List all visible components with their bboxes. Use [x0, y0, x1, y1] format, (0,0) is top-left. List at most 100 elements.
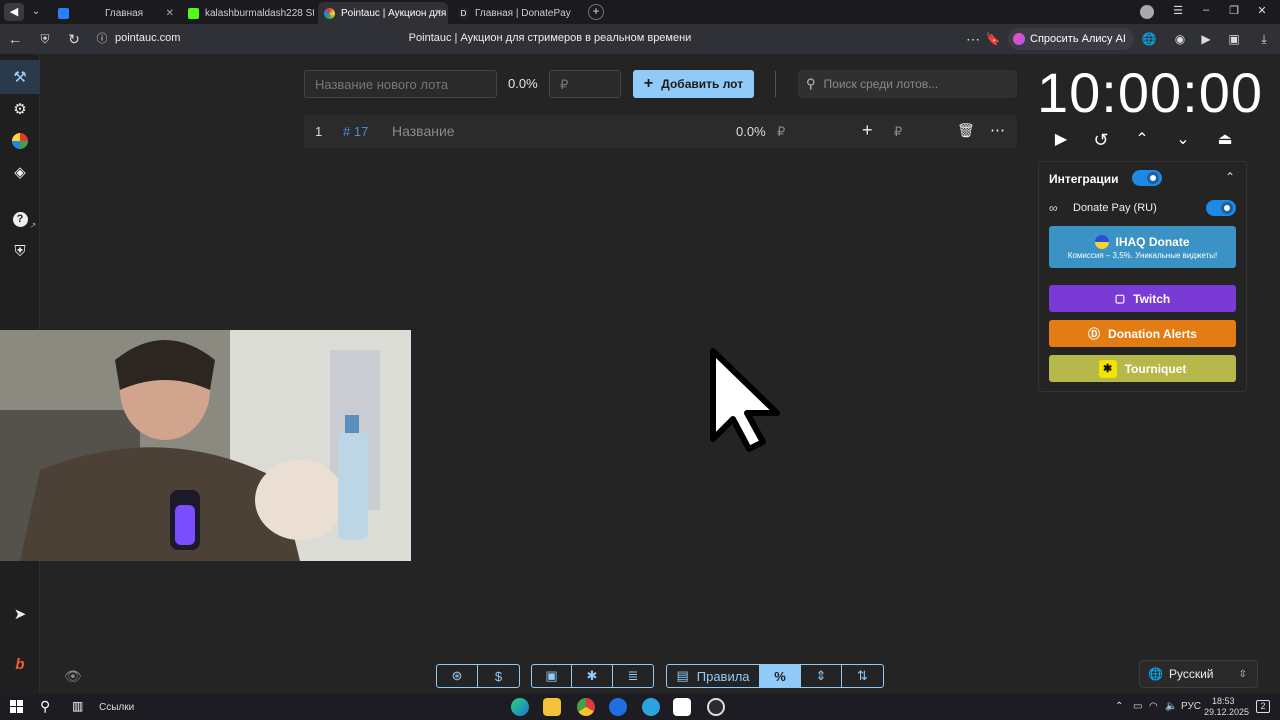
chrome-icon[interactable] — [577, 698, 595, 716]
clock-time[interactable]: 18:53 — [1212, 696, 1235, 706]
lot-add-amount-input[interactable]: ₽ — [894, 124, 902, 140]
browser-tab-bar: ◀ ⌄ Главная ✕ 🔈 kalashburmaldash228 Str … — [0, 0, 1280, 24]
donation-alerts-button[interactable]: Ⓓ Donation Alerts — [1049, 320, 1236, 347]
webcam-image — [0, 330, 411, 561]
reset-icon[interactable]: ↺ — [1091, 130, 1111, 150]
yandex-browser-icon[interactable] — [673, 698, 691, 716]
timer-display: 10:00:00 — [1037, 61, 1263, 124]
volume-icon[interactable]: 🔈 — [1165, 701, 1177, 712]
tab-donatepay[interactable]: D Главная | DonatePay — [452, 2, 584, 24]
clock-date[interactable]: 29.12.2025 — [1204, 707, 1249, 717]
ask-alice-button[interactable]: Спросить Алису AI — [1008, 28, 1134, 50]
tray-chevron-icon[interactable]: ⌃ — [1115, 701, 1123, 712]
donation-alerts-label: Donation Alerts — [1108, 326, 1197, 341]
chevron-down-icon[interactable]: ⌄ — [1173, 130, 1193, 150]
tab-pointauc[interactable]: Pointauc | Аукцион для ✕ — [318, 2, 448, 24]
auction-hammer-icon[interactable]: ⚒ — [0, 60, 40, 94]
ihaq-donate-button[interactable]: IHAQ Donate Комиссия – 3,5%. Уникальные … — [1049, 226, 1236, 268]
start-windows-icon[interactable] — [10, 700, 23, 713]
wheel-icon[interactable] — [10, 131, 30, 151]
donatepay-toggle[interactable] — [1206, 200, 1236, 216]
media-icon[interactable]: ▶ — [1198, 31, 1214, 47]
app-check-icon[interactable] — [609, 698, 627, 716]
visibility-eye-icon[interactable]: 👁 — [64, 668, 82, 685]
new-tab-button[interactable]: + — [588, 4, 604, 20]
language-select[interactable]: 🌐 Русский ⇳ — [1139, 660, 1258, 688]
tray-apps-icon[interactable]: ▭ — [1133, 701, 1142, 712]
integrations-title: Интеграции — [1049, 172, 1119, 186]
input-language[interactable]: РУС — [1181, 701, 1201, 712]
add-lot-label: Добавить лот — [661, 77, 744, 91]
rules-label: Правила — [696, 668, 750, 684]
donation-alerts-icon: Ⓓ — [1088, 327, 1101, 341]
file-explorer-icon[interactable] — [543, 698, 561, 716]
ihaq-logo-icon — [1095, 234, 1110, 249]
tabs-menu-chevron-icon[interactable]: ⌄ — [28, 4, 44, 20]
collapse-chevron-icon[interactable]: ⌃ — [1225, 170, 1235, 184]
sound-icon[interactable]: ◀ — [4, 3, 24, 21]
downloads-icon[interactable]: ⤓ — [1256, 31, 1272, 47]
close-icon[interactable]: ✕ — [166, 8, 174, 19]
donate-dollar-icon[interactable]: $ — [478, 665, 519, 687]
clear-all-icon[interactable]: ≣ — [613, 665, 653, 687]
bookmark-icon[interactable]: 🔖 — [985, 31, 1001, 47]
delete-trash-icon[interactable]: 🗑 — [957, 122, 975, 139]
lot-name-input[interactable]: Название — [392, 123, 455, 139]
obs-icon[interactable] — [707, 698, 725, 716]
page-title: Pointauc | Аукцион для стримеров в реаль… — [408, 32, 692, 44]
compact-view-icon[interactable]: ⇕ — [801, 665, 842, 687]
task-view-icon[interactable]: ▥ — [72, 699, 83, 713]
tab-label: Главная | DonatePay — [475, 7, 571, 19]
translate-icon[interactable]: 🌐 — [1141, 31, 1157, 47]
twitch-button[interactable]: ▢ Twitch — [1049, 285, 1236, 312]
chevron-up-icon[interactable]: ⌃ — [1132, 130, 1152, 150]
lot-id: # 17 — [343, 124, 369, 139]
search-icon[interactable]: ⚲ — [40, 698, 50, 715]
notifications-badge[interactable]: 2 — [1256, 700, 1270, 713]
telegram-icon[interactable] — [642, 698, 660, 716]
ihaq-title: IHAQ Donate — [1115, 234, 1190, 249]
boosty-icon[interactable]: b — [10, 654, 30, 674]
tab-home[interactable]: Главная ✕ — [52, 2, 180, 24]
new-lot-name-input[interactable]: Название нового лота — [304, 70, 497, 98]
save-icon[interactable]: ▣ — [532, 665, 572, 687]
lot-amount-input[interactable]: ₽ — [777, 124, 785, 140]
double-up-icon[interactable]: ⏏ — [1215, 130, 1235, 150]
telegram-icon[interactable]: ➤ — [10, 604, 30, 624]
profile-avatar[interactable] — [1140, 5, 1154, 19]
links-toolbar[interactable]: Ссылки — [99, 702, 134, 713]
edge-icon[interactable] — [511, 698, 529, 716]
rules-button[interactable]: ▤ Правила — [667, 665, 760, 687]
more-options-icon[interactable]: ⋯ — [990, 121, 1005, 139]
close-icon[interactable]: ✕ — [434, 8, 442, 19]
layers-icon[interactable]: ◈ — [10, 162, 30, 182]
minimize-icon[interactable]: – — [1198, 4, 1214, 16]
lot-percent: 0.0% — [736, 124, 766, 139]
close-window-icon[interactable]: ✕ — [1254, 4, 1270, 17]
add-lot-button[interactable]: + Добавить лот — [633, 70, 754, 98]
tab-kick[interactable]: 🔈 kalashburmaldash228 Str — [182, 2, 314, 24]
lot-add-plus-icon[interactable]: + — [862, 120, 873, 141]
shield-check-icon[interactable]: ⛨ — [10, 241, 30, 261]
percent-toggle-button[interactable]: % — [760, 665, 801, 687]
donatepay-label: Donate Pay (RU) — [1073, 202, 1157, 214]
settings-gear-icon[interactable]: ⚙ — [10, 99, 30, 119]
collections-icon[interactable]: ▣ — [1226, 31, 1242, 47]
play-icon[interactable]: ▶ — [1051, 130, 1071, 150]
menu-icon[interactable]: ☰ — [1170, 4, 1186, 17]
video-icon — [58, 7, 69, 19]
extension-icon[interactable]: ◉ — [1172, 31, 1188, 47]
tourniquet-button[interactable]: ✱ Tourniquet — [1049, 355, 1236, 382]
sort-icon[interactable]: ⇅ — [842, 665, 883, 687]
lot-search-input[interactable]: ⚲ Поиск среди лотов... — [798, 70, 1017, 98]
integrations-toggle[interactable] — [1132, 170, 1162, 186]
help-icon[interactable]: ? — [10, 209, 30, 229]
new-lot-percent: 0.0% — [508, 76, 538, 91]
wifi-icon[interactable]: ◠ — [1149, 701, 1158, 712]
mouse-cursor-icon — [705, 345, 785, 460]
new-lot-amount-input[interactable]: ₽ — [549, 70, 621, 98]
more-icon[interactable]: ⋯ — [965, 31, 981, 47]
github-icon[interactable]: ⊛ — [437, 665, 478, 687]
restore-icon[interactable]: ❐ — [1226, 4, 1242, 17]
bug-report-icon[interactable]: ✱ — [572, 665, 613, 687]
